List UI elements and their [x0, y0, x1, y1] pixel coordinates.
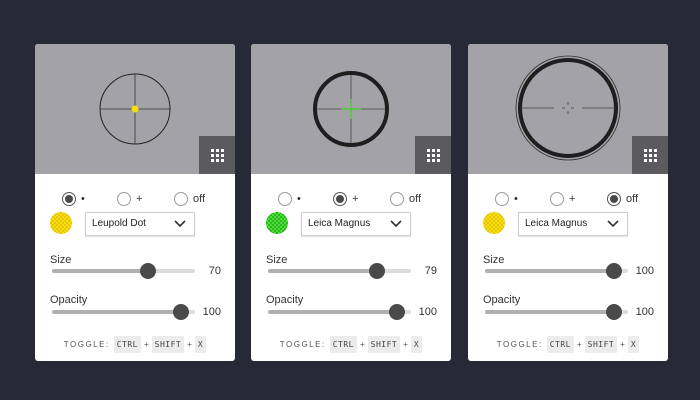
toggle-shortcut: TOGGLE: CTRL + SHIFT + X — [251, 336, 451, 353]
radio-plus[interactable]: + — [333, 189, 358, 209]
radio-dot-label: • — [297, 193, 301, 205]
toggle-label: TOGGLE: — [496, 340, 543, 349]
chevron-down-icon — [390, 220, 402, 228]
radio-dot-label: • — [81, 193, 85, 205]
key-shift: SHIFT — [151, 336, 185, 353]
size-slider-thumb[interactable] — [368, 263, 385, 279]
key-plus: + — [187, 340, 192, 349]
opacity-slider-thumb[interactable] — [172, 304, 189, 320]
opacity-value: 100 — [418, 306, 437, 318]
toggle-shortcut: TOGGLE: CTRL + SHIFT + X — [35, 336, 235, 353]
opacity-slider[interactable] — [485, 304, 628, 320]
preset-value: Leupold Dot — [92, 218, 146, 229]
key-plus: + — [359, 340, 365, 349]
opacity-value: 100 — [202, 306, 221, 318]
size-value: 70 — [208, 265, 221, 277]
radio-off[interactable]: off — [174, 189, 205, 209]
key-x: X — [410, 336, 423, 353]
key-x: X — [194, 336, 207, 353]
toggle-label: TOGGLE: — [63, 340, 110, 349]
preset-select[interactable]: Leica Magnus — [301, 212, 411, 236]
key-plus: + — [620, 340, 625, 349]
grid-menu-button[interactable] — [415, 136, 451, 174]
key-ctrl: CTRL — [329, 336, 357, 353]
reticle-preview — [468, 44, 668, 174]
reticle-preview — [251, 44, 451, 174]
opacity-value: 100 — [635, 306, 654, 318]
reticle-card-1: • + off Leupold Dot Size 70 Opacity 100 … — [35, 44, 235, 361]
size-slider[interactable] — [485, 263, 628, 279]
opacity-slider[interactable] — [268, 304, 411, 320]
reticle-card-3: • + off Leica Magnus Size 100 Opacity 10… — [468, 44, 668, 361]
color-swatch[interactable] — [50, 212, 72, 234]
size-slider-thumb[interactable] — [605, 263, 622, 279]
preset-select[interactable]: Leica Magnus — [518, 212, 628, 236]
opacity-slider[interactable] — [52, 304, 195, 320]
preset-value: Leica Magnus — [308, 218, 371, 229]
key-shift: SHIFT — [584, 336, 618, 353]
radio-plus[interactable]: + — [117, 189, 142, 209]
radio-dot[interactable]: • — [278, 189, 301, 209]
reticle-style-radios: • + off — [251, 189, 451, 209]
key-x: X — [627, 336, 640, 353]
key-shift: SHIFT — [367, 336, 401, 353]
reticle-style-radios: • + off — [468, 189, 668, 209]
radio-plus-label: + — [136, 193, 143, 205]
radio-off[interactable]: off — [607, 189, 638, 209]
key-ctrl: CTRL — [546, 336, 574, 353]
grid-icon — [643, 148, 657, 162]
grid-icon — [426, 148, 440, 162]
size-value: 100 — [635, 265, 654, 277]
opacity-slider-thumb[interactable] — [605, 304, 622, 320]
key-plus: + — [403, 340, 408, 349]
grid-menu-button[interactable] — [199, 136, 235, 174]
radio-plus-label: + — [569, 193, 576, 205]
toggle-shortcut: TOGGLE: CTRL + SHIFT + X — [468, 336, 668, 353]
radio-dot[interactable]: • — [495, 189, 518, 209]
radio-dot[interactable]: • — [62, 189, 85, 209]
chevron-down-icon — [607, 220, 619, 228]
preset-value: Leica Magnus — [525, 218, 588, 229]
chevron-down-icon — [174, 220, 186, 228]
preset-select[interactable]: Leupold Dot — [85, 212, 195, 236]
opacity-slider-thumb[interactable] — [388, 304, 405, 320]
radio-off-label: off — [409, 193, 422, 205]
reticle-style-radios: • + off — [35, 189, 235, 209]
size-slider-thumb[interactable] — [139, 263, 156, 279]
toggle-label: TOGGLE: — [279, 340, 326, 349]
reticle-card-2: • + off Leica Magnus Size 79 Opacity 100… — [251, 44, 451, 361]
size-value: 79 — [424, 265, 437, 277]
radio-off-label: off — [626, 193, 639, 205]
radio-off-label: off — [193, 193, 206, 205]
color-swatch[interactable] — [483, 212, 505, 234]
key-plus: + — [576, 340, 582, 349]
key-ctrl: CTRL — [113, 336, 141, 353]
radio-plus-label: + — [352, 193, 359, 205]
size-slider[interactable] — [268, 263, 411, 279]
color-swatch[interactable] — [266, 212, 288, 234]
reticle-preview — [35, 44, 235, 174]
radio-dot-label: • — [514, 193, 518, 205]
radio-plus[interactable]: + — [550, 189, 575, 209]
size-slider[interactable] — [52, 263, 195, 279]
radio-off[interactable]: off — [390, 189, 421, 209]
grid-menu-button[interactable] — [632, 136, 668, 174]
grid-icon — [210, 148, 224, 162]
key-plus: + — [143, 340, 149, 349]
